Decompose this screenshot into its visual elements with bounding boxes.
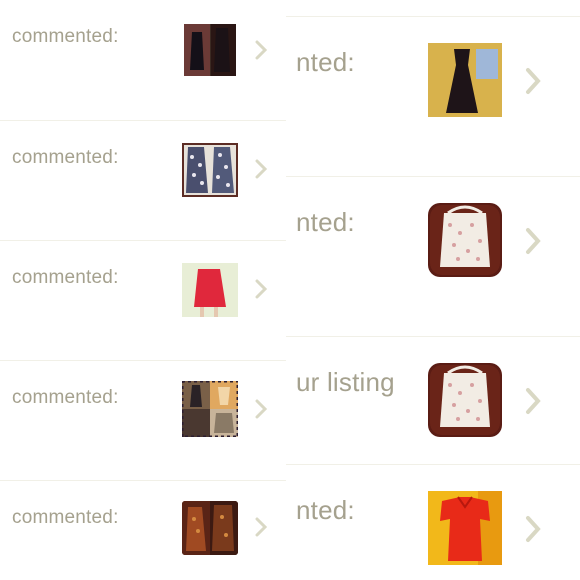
dark-dress-thumbnail — [182, 501, 238, 555]
red-top-thumbnail — [428, 491, 502, 565]
red-skirt-thumbnail — [182, 263, 238, 317]
notification-text: commented: — [12, 267, 119, 288]
notification-row[interactable]: commented: — [0, 0, 286, 120]
chevron-right-icon[interactable] — [254, 279, 268, 299]
chevron-right-icon[interactable] — [254, 159, 268, 179]
outfit-collage-thumbnail — [182, 381, 238, 437]
chevron-right-icon[interactable] — [524, 67, 542, 95]
black-dress-thumbnail — [184, 24, 236, 76]
notification-row[interactable]: ur listing — [286, 337, 580, 464]
hm-bag-thumbnail — [428, 363, 502, 437]
notification-row[interactable]: commented: — [0, 361, 286, 480]
chevron-right-icon[interactable] — [524, 227, 542, 255]
notification-row[interactable]: nted: — [286, 17, 580, 175]
notification-text: nted: — [296, 207, 355, 237]
notification-row[interactable]: commented: — [0, 241, 286, 360]
notification-text: nted: — [296, 47, 355, 77]
black-dress-thumbnail — [428, 43, 502, 117]
right-notification-list: nted: nted: ur listing nted: — [286, 0, 580, 580]
notification-text: commented: — [12, 507, 119, 528]
notification-text: commented: — [12, 147, 119, 168]
notification-row[interactable]: commented: — [0, 481, 286, 580]
chevron-right-icon[interactable] — [254, 399, 268, 419]
chevron-right-icon[interactable] — [524, 387, 542, 415]
chevron-right-icon[interactable] — [254, 40, 268, 60]
notification-row[interactable]: nted: — [286, 465, 580, 580]
printed-dresses-thumbnail — [182, 143, 238, 197]
notification-text: ur listing — [296, 367, 395, 397]
chevron-right-icon[interactable] — [524, 515, 542, 543]
notification-text: commented: — [12, 387, 119, 408]
left-notification-list: commented: commented: commented: comment… — [0, 0, 286, 580]
notification-row[interactable]: nted: — [286, 177, 580, 335]
notification-text: nted: — [296, 495, 355, 525]
notification-text: commented: — [12, 26, 119, 47]
hm-bag-thumbnail — [428, 203, 502, 277]
chevron-right-icon[interactable] — [254, 517, 268, 537]
notification-row[interactable]: commented: — [0, 121, 286, 240]
